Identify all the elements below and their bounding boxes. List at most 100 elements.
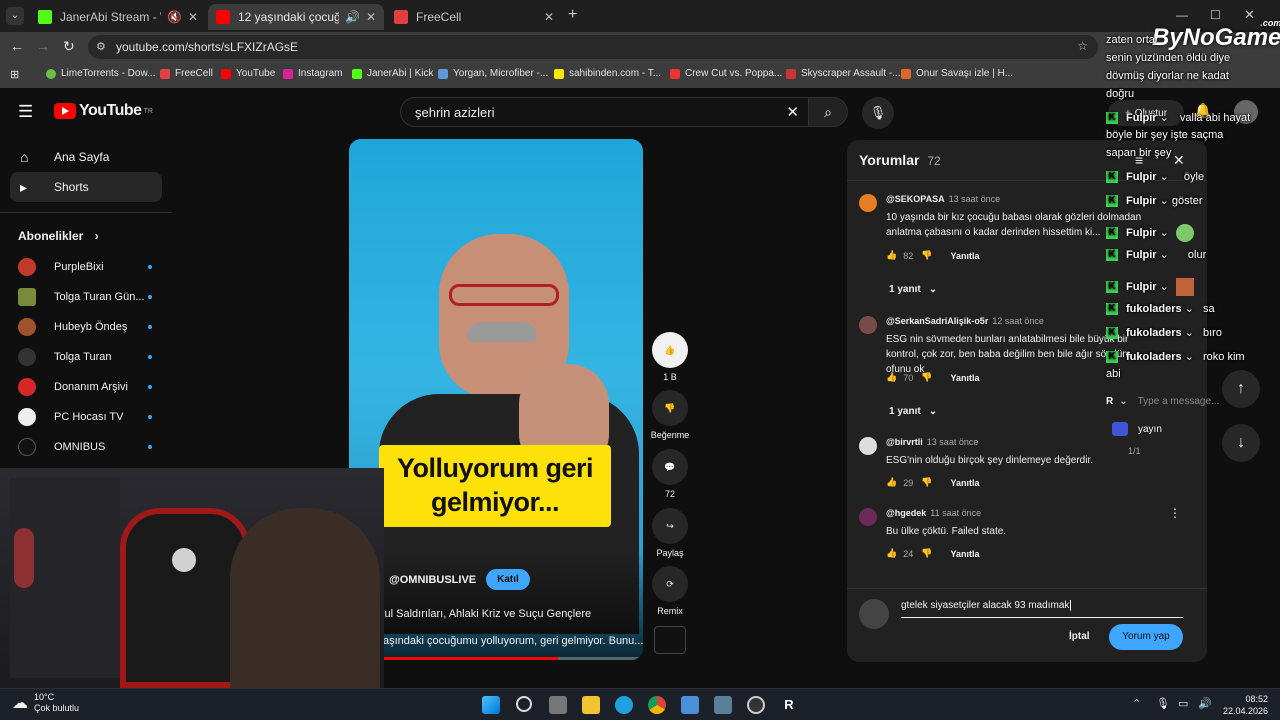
bookmark-onur-savasi[interactable]: Onur Savaşı izle | H... [901,68,1013,79]
subscription-tolga-turan[interactable]: Tolga Turan [18,348,152,366]
subscription-omnibus[interactable]: OMNIBUS [18,438,152,456]
obs-icon[interactable] [747,696,765,714]
window-close-button[interactable]: ✕ [1244,7,1255,23]
avatar[interactable] [859,437,877,455]
comment-input[interactable]: gtelek siyasetçiler alacak 93 madımak [901,600,1183,618]
site-info-icon[interactable]: ⚙ [96,40,106,53]
clear-search-icon[interactable]: ✕ [786,103,799,121]
search-button[interactable]: ⌕ [808,97,848,127]
bookmark-skyscraper[interactable]: Skyscraper Assault -... [786,68,900,79]
dislike-icon[interactable]: 👎 [921,372,932,383]
submit-comment-button[interactable]: Yorum yap [1109,624,1183,650]
show-replies-button[interactable]: 1 yanıt ⌄ [889,284,937,295]
bookmark-crew-cut[interactable]: Crew Cut vs. Poppa... [670,68,782,79]
reply-button[interactable]: Yanıtla [950,251,979,261]
network-icon[interactable]: ▭ [1178,697,1188,710]
clock[interactable]: 08:52 22.04.2026 [1218,693,1268,717]
like-icon[interactable]: 👍 [886,477,897,488]
share-button[interactable]: ↪ Paylaş [652,508,688,558]
bookmark-sahibinden[interactable]: sahibinden.com - T... [554,68,661,79]
new-tab-button[interactable]: + [568,6,577,24]
tab-search-button[interactable]: ⌄ [6,7,24,25]
apps-icon[interactable]: ⊞ [10,68,19,81]
subscriptions-heading[interactable]: Abonelikler › [18,229,99,243]
like-icon[interactable]: 👍 [886,548,897,559]
sidebar-item-home[interactable]: ⌂ Ana Sayfa [10,142,162,172]
cancel-comment-button[interactable]: İptal [1069,631,1090,642]
kick-icon: K [1106,303,1118,316]
bookmark-kick[interactable]: JanerAbi | Kick [352,68,434,79]
chrome-icon[interactable] [648,696,666,714]
reply-button[interactable]: Yanıtla [950,549,979,559]
app-icon[interactable] [714,696,732,714]
subscription-tolga-turan-gun[interactable]: Tolga Turan Gün... [18,288,152,306]
subscription-hubeyb-ondes[interactable]: Hubeyb Öndeş [18,318,152,336]
short-video-player[interactable]: Yolluyorum geri gelmiyor... @OMNIBUSLIVE… [349,139,643,660]
remix-button[interactable]: ⟳ Remix [652,566,688,616]
bookmark-instagram[interactable]: Instagram [283,68,342,79]
start-icon[interactable] [482,696,500,714]
microphone-icon[interactable]: 🎙 [1156,697,1170,710]
progress-bar[interactable] [349,657,643,660]
chat-input-row[interactable]: R ⌄ Type a message... [1106,392,1256,410]
tray-chevron-icon[interactable]: ⌃ [1132,697,1141,710]
voice-search-button[interactable]: 🎙 [862,97,894,129]
weather-widget[interactable]: ☁ 10°C Çok bulutlu [12,692,79,714]
search-input[interactable]: şehrin azizleri ✕ [400,97,810,127]
comments-button[interactable]: 💬 72 [652,449,688,499]
address-bar[interactable]: ⚙ youtube.com/shorts/sLFXIZrAGsE ☆ [88,35,1098,59]
channel-name[interactable]: @OMNIBUSLIVE [389,574,476,586]
close-comments-icon[interactable]: ✕ [1173,152,1185,169]
tab-close-icon[interactable]: ✕ [366,10,376,24]
tab-close-icon[interactable]: ✕ [188,10,198,24]
tab-freecell[interactable]: FreeCell ✕ [386,4,562,30]
tab-janerabi-stream[interactable]: JanerAbi Stream - Watch Li 🔇 ✕ [30,4,206,30]
dislike-button[interactable]: 👎 Beğenme [651,390,689,440]
subscription-donanim-arsivi[interactable]: Donanım Arşivi [18,378,152,396]
window-minimize-button[interactable]: — [1176,8,1188,22]
dislike-icon[interactable]: 👎 [921,250,932,261]
back-icon[interactable]: ← [10,38,24,54]
window-maximize-button[interactable]: ☐ [1210,8,1221,22]
menu-icon[interactable]: ☰ [18,102,33,122]
comment-more-icon[interactable]: ⋮ [1169,506,1181,520]
like-button[interactable]: 👍 1 B [652,332,688,382]
youtube-logo[interactable]: YouTube TR [54,102,153,120]
dislike-icon[interactable]: 👎 [921,477,932,488]
reply-button[interactable]: Yanıtla [950,478,979,488]
reply-button[interactable]: Yanıtla [950,373,979,383]
tab-youtube-short[interactable]: 12 yaşındaki çocuğumu yoll 🔊 ✕ [208,4,384,30]
task-view-icon[interactable] [549,696,567,714]
forward-icon[interactable]: → [36,38,50,54]
app-r-icon[interactable]: R [780,696,798,714]
avatar[interactable] [859,508,877,526]
short-title-line2[interactable]: aşındaki çocuğumu yolluyorum, geri gelmi… [383,635,643,647]
avatar[interactable] [859,194,877,212]
store-icon[interactable] [681,696,699,714]
bookmark-yorgan[interactable]: Yorgan, Microfiber -... [438,68,548,79]
reload-icon[interactable]: ↻ [63,38,75,55]
edge-icon[interactable] [615,696,633,714]
file-explorer-icon[interactable] [582,696,600,714]
mute-icon[interactable]: 🔇 [167,10,182,24]
bookmark-youtube[interactable]: YouTube [221,68,275,79]
channel-thumbnail[interactable] [654,626,686,654]
volume-icon[interactable]: 🔊 [1198,697,1212,710]
bookmark-star-icon[interactable]: ☆ [1077,39,1088,53]
subscription-pc-hocasi-tv[interactable]: PC Hocası TV [18,408,152,426]
chat-input[interactable]: Type a message... [1138,396,1220,407]
bookmark-freecell[interactable]: FreeCell [160,68,213,79]
join-button[interactable]: Katıl [486,569,530,590]
sidebar-item-shorts[interactable]: ▸ Shorts [10,172,162,202]
avatar[interactable] [859,316,877,334]
search-icon[interactable] [516,696,532,712]
show-replies-button[interactable]: 1 yanıt ⌄ [889,406,937,417]
next-short-button[interactable]: ↓ [1222,424,1260,462]
dislike-icon[interactable]: 👎 [921,548,932,559]
tab-close-icon[interactable]: ✕ [544,10,554,24]
subscription-purplebixi[interactable]: PurpleBixi [18,258,152,276]
like-icon[interactable]: 👍 [886,372,897,383]
audio-icon[interactable]: 🔊 [345,10,360,24]
like-icon[interactable]: 👍 [886,250,897,261]
bookmark-limetorrents[interactable]: LimeTorrents - Dow... [46,68,155,79]
